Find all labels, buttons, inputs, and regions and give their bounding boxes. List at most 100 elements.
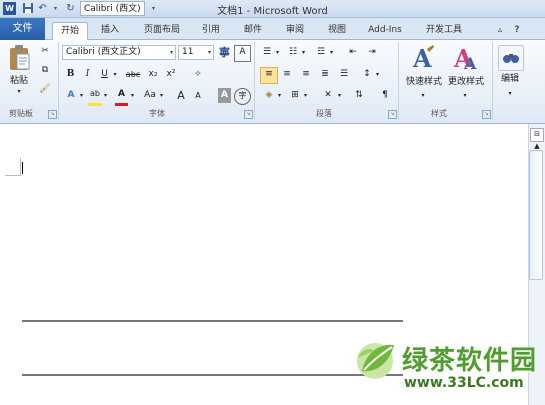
tab-add-ins[interactable]: Add-Ins: [360, 22, 410, 40]
editing-label[interactable]: 编辑: [496, 72, 524, 87]
chevron-down-icon: ▾: [207, 49, 211, 56]
increase-indent-icon[interactable]: ⇥: [365, 45, 379, 60]
chevron-down-icon[interactable]: ▾: [274, 45, 281, 60]
page-margin-marker: [5, 158, 21, 176]
italic-button[interactable]: I: [81, 67, 94, 82]
group-divider: [58, 42, 59, 120]
chinese-layout-icon[interactable]: ✕: [320, 88, 336, 103]
shrink-font-button[interactable]: A: [192, 88, 204, 103]
justify-icon[interactable]: ≣: [318, 67, 332, 82]
tab-references[interactable]: 引用: [194, 22, 228, 40]
scroll-up-icon[interactable]: ▲: [531, 142, 543, 150]
group-divider: [254, 42, 255, 120]
paste-icon[interactable]: [6, 44, 32, 74]
multilevel-list-icon[interactable]: ☲: [314, 45, 328, 60]
bold-button[interactable]: B: [64, 67, 77, 82]
horizontal-rule: [22, 374, 403, 376]
group-label-paragraph: 段落: [316, 109, 332, 118]
scrollbar-thumb[interactable]: [529, 150, 543, 280]
tab-developer[interactable]: 开发工具: [418, 22, 470, 40]
clear-formatting-icon[interactable]: 寧: [217, 45, 232, 60]
superscript-button[interactable]: x²: [164, 67, 178, 82]
character-border-a-icon[interactable]: A: [234, 45, 251, 62]
highlight-color-icon[interactable]: ab: [88, 88, 102, 106]
chevron-down-icon[interactable]: ▾: [328, 45, 335, 60]
chevron-down-icon[interactable]: ▾: [418, 88, 428, 103]
group-label-styles: 样式: [431, 109, 447, 118]
chevron-down-icon[interactable]: ▾: [505, 86, 515, 101]
bullets-icon[interactable]: ☰: [260, 45, 274, 60]
tab-mailings[interactable]: 邮件: [236, 22, 270, 40]
char-shading-button[interactable]: A: [218, 88, 231, 103]
tab-view[interactable]: 视图: [320, 22, 354, 40]
paste-dropdown-icon: ▾: [17, 88, 21, 95]
font-size-value: 11: [182, 47, 194, 57]
ruler-toggle-icon[interactable]: ⊟: [530, 128, 544, 142]
numbering-icon[interactable]: ☷: [286, 45, 300, 60]
tab-home[interactable]: 开始: [52, 22, 88, 41]
align-left-icon[interactable]: ≡: [260, 67, 278, 84]
tab-insert[interactable]: 插入: [92, 22, 128, 40]
help-icon[interactable]: ?: [510, 22, 524, 40]
enclose-characters-button[interactable]: 字: [234, 88, 251, 105]
show-marks-icon[interactable]: ¶: [378, 88, 392, 103]
borders-icon[interactable]: ⊞: [288, 88, 302, 103]
group-divider: [398, 42, 399, 120]
tab-page-layout[interactable]: 页面布局: [138, 22, 186, 40]
title-bar: W ↶ ▾ ↻ Calibri (西文) ▾ 文档1 - Microsoft W…: [0, 0, 545, 18]
subscript-button[interactable]: x₂: [146, 67, 160, 82]
clipboard-launcher-icon[interactable]: ↘: [48, 110, 57, 119]
copy-icon[interactable]: ⧉: [38, 63, 52, 78]
chevron-down-icon[interactable]: ▾: [300, 45, 307, 60]
distributed-icon[interactable]: ☰: [337, 67, 351, 82]
underline-button[interactable]: U: [98, 67, 111, 82]
align-center-icon[interactable]: ≡: [280, 67, 294, 82]
chevron-down-icon[interactable]: ▾: [276, 88, 283, 103]
font-color-icon[interactable]: A: [115, 88, 128, 106]
font-name-combo[interactable]: Calibri (西文正文) ▾: [62, 45, 176, 60]
styles-launcher-icon[interactable]: ↘: [482, 110, 491, 119]
line-spacing-icon[interactable]: ↕: [360, 67, 374, 82]
chevron-down-icon[interactable]: ▾: [111, 67, 119, 82]
paragraph-launcher-icon[interactable]: ↘: [388, 110, 397, 119]
chevron-down-icon[interactable]: ▾: [78, 88, 85, 103]
watermark-title: 绿茶软件园: [402, 346, 538, 376]
strikethrough-button[interactable]: abc: [124, 67, 142, 82]
align-right-icon[interactable]: ≡: [299, 67, 313, 82]
text-effects-icon[interactable]: A: [64, 88, 78, 103]
minimize-ribbon-icon[interactable]: ▵: [494, 22, 506, 40]
svg-text:A: A: [463, 54, 477, 73]
change-styles-icon[interactable]: AA: [452, 43, 478, 73]
paste-label: 粘贴: [9, 76, 28, 86]
format-painter-icon[interactable]: 🖌: [38, 82, 52, 97]
chevron-down-icon[interactable]: ▾: [102, 88, 109, 103]
ribbon: 粘贴 ▾ ✂ ⧉ 🖌 剪贴板 ↘ Calibri (西文正文) ▾ 11 ▾ 寧 A …: [0, 40, 545, 124]
chevron-down-icon[interactable]: ▾: [158, 88, 165, 103]
decrease-indent-icon[interactable]: ⇤: [346, 45, 360, 60]
binoculars-icon[interactable]: [498, 45, 524, 71]
group-divider: [492, 42, 493, 120]
chevron-down-icon[interactable]: ▾: [302, 88, 309, 103]
font-launcher-icon[interactable]: ↘: [244, 110, 253, 119]
text-effects-small-icon[interactable]: ⟡: [190, 67, 206, 82]
text-cursor: [22, 162, 23, 174]
chevron-down-icon[interactable]: ▾: [374, 67, 381, 82]
chevron-down-icon[interactable]: ▾: [129, 88, 136, 103]
font-size-combo[interactable]: 11 ▾: [178, 45, 214, 60]
chevron-down-icon[interactable]: ▾: [336, 88, 343, 103]
tab-file[interactable]: 文件: [0, 18, 45, 40]
sort-icon[interactable]: ⇅: [352, 88, 366, 103]
horizontal-rule: [22, 320, 403, 322]
chevron-down-icon[interactable]: ▾: [460, 88, 470, 103]
leaf-logo-icon: [352, 337, 398, 381]
paste-button[interactable]: 粘贴 ▾: [4, 74, 34, 95]
tab-review[interactable]: 审阅: [278, 22, 312, 40]
cut-icon[interactable]: ✂: [38, 44, 52, 59]
grow-font-button[interactable]: A: [174, 88, 188, 103]
group-label-font: 字体: [149, 109, 165, 118]
quick-styles-icon[interactable]: A: [410, 43, 436, 73]
change-case-button[interactable]: Aa: [142, 88, 158, 103]
watermark-url: www.33LC.com: [404, 375, 524, 391]
font-name-value: Calibri (西文正文): [66, 47, 141, 57]
shading-icon[interactable]: ◈: [262, 88, 276, 103]
